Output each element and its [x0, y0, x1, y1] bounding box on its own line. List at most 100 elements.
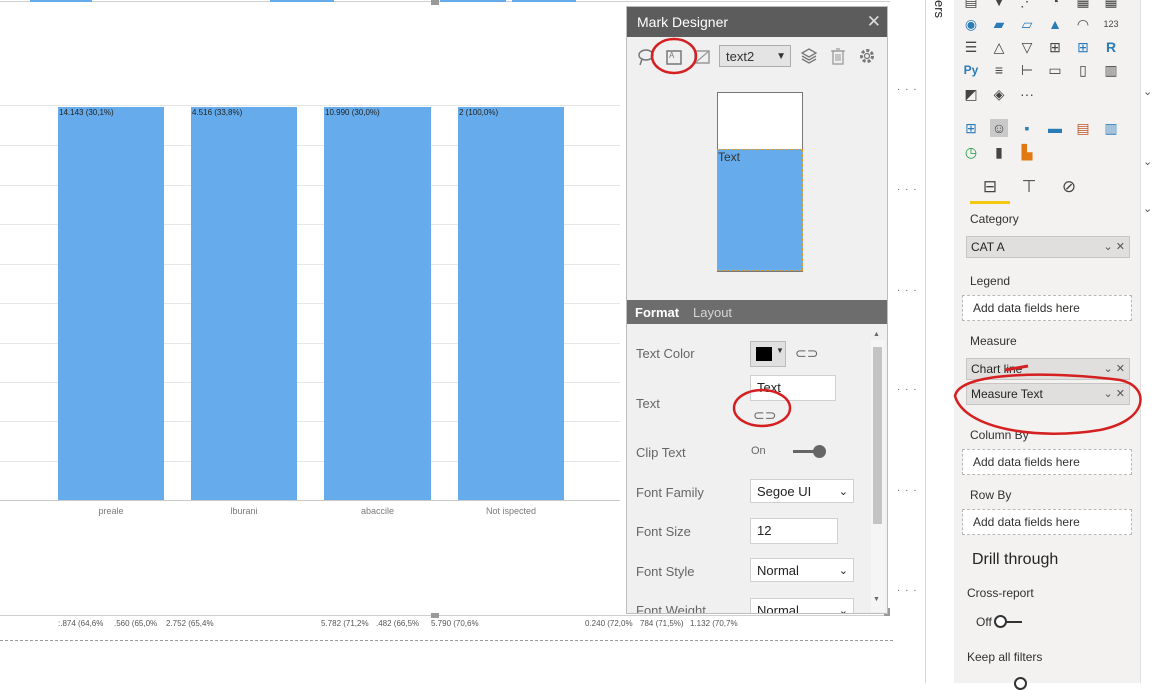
custom-visual-icon[interactable]: ▬ [1046, 119, 1064, 137]
close-icon[interactable]: ✕ [867, 12, 881, 32]
bar[interactable] [324, 107, 431, 500]
row-by-drop-zone[interactable]: Add data fields here [962, 509, 1132, 535]
column-by-drop-zone[interactable]: Add data fields here [962, 449, 1132, 475]
visualizations-pane: ▤ ▼ ⋰ ◔ ▦ ▦ ◉ ▰ ▱ ▲ ◠ 123 ☰ △ ▽ ⊞ ⊞ R Py… [954, 0, 1140, 690]
fields-pane-collapsed[interactable]: ⌄ ⌄ ⌄ [1140, 0, 1164, 683]
key-influencers-icon[interactable]: ≡ [990, 61, 1008, 79]
multi-row-card-icon[interactable]: ☰ [962, 38, 980, 56]
mark-select-value: text2 [726, 49, 755, 64]
scroll-down-icon[interactable]: ▼ [873, 596, 880, 603]
qa-visual-icon[interactable]: ▭ [1046, 61, 1064, 79]
font-size-label: Font Size [636, 524, 691, 539]
dialog-title: Mark Designer [637, 14, 729, 30]
custom-visual-icon[interactable]: ▤ [1074, 119, 1092, 137]
more-options-icon[interactable]: · · · [897, 585, 918, 596]
scatter-visual-icon[interactable]: ⋰ [1018, 0, 1036, 10]
measure-field[interactable]: Chart line ⌄ ✕ [966, 358, 1130, 380]
power-automate-icon[interactable]: ◈ [990, 85, 1008, 103]
resize-handle[interactable] [431, 613, 439, 618]
gauge-visual-icon[interactable]: ◠ [1074, 15, 1092, 33]
clock-visual-icon[interactable]: ◷ [962, 143, 980, 161]
more-visuals-icon[interactable]: ··· [1018, 85, 1036, 103]
font-style-select[interactable]: Normal ⌄ [750, 558, 854, 582]
field-controls[interactable]: ⌄ ✕ [1104, 384, 1126, 404]
custom-visual-icon[interactable]: ▮ [990, 143, 1008, 161]
table-visual-icon[interactable]: ▤ [962, 0, 980, 10]
paginated-report-icon[interactable]: ▥ [1102, 61, 1120, 79]
layers-icon[interactable] [798, 47, 820, 69]
text-input[interactable]: Text [750, 375, 836, 401]
drop-zone-placeholder: Add data fields here [973, 515, 1080, 529]
matrix-grid-icon[interactable]: ⊞ [1074, 38, 1092, 56]
field-controls[interactable]: ⌄ ✕ [1104, 359, 1126, 379]
more-options-icon[interactable]: · · · [897, 184, 918, 195]
measure-field[interactable]: Measure Text ⌄ ✕ [966, 383, 1130, 405]
scrollbar-thumb[interactable] [873, 347, 882, 524]
smart-narrative-icon[interactable]: ▯ [1074, 61, 1092, 79]
azure-map-icon[interactable]: ▲ [1046, 15, 1064, 33]
filled-map-icon[interactable]: ▰ [990, 15, 1008, 33]
matrix-visual-icon[interactable]: ▦ [1102, 0, 1120, 10]
kpi-visual-icon[interactable]: △ [990, 38, 1008, 56]
font-family-select[interactable]: Segoe UI ⌄ [750, 479, 854, 503]
more-options-icon[interactable]: · · · [897, 384, 918, 395]
font-size-input[interactable]: 12 [750, 518, 838, 544]
resize-handle[interactable] [431, 0, 439, 5]
chevron-down-icon: ⌄ [838, 565, 848, 577]
bar[interactable] [58, 107, 164, 500]
chevron-down-icon[interactable]: ⌄ [1143, 85, 1152, 98]
custom-visual-grid-icon[interactable]: ⊞ [962, 119, 980, 137]
toggle-knob[interactable] [1014, 677, 1027, 690]
chevron-down-icon[interactable]: ⌄ [1143, 155, 1152, 168]
filters-pane-collapsed[interactable]: ers [925, 0, 955, 683]
chevron-down-icon[interactable]: ⌄ [1143, 202, 1152, 215]
funnel-visual-icon[interactable]: ▼ [990, 0, 1008, 10]
globe-map-icon[interactable]: ◉ [962, 15, 980, 33]
lasso-icon[interactable] [635, 47, 657, 69]
tab-layout[interactable]: Layout [693, 305, 732, 320]
analytics-magnifier-icon[interactable]: ⊘ [1057, 175, 1081, 199]
power-apps-icon[interactable]: ◩ [962, 85, 980, 103]
measure-label: Measure [970, 334, 1017, 348]
gear-icon[interactable] [856, 47, 878, 69]
map-visual-icon[interactable]: ▦ [1074, 0, 1092, 10]
slicer-visual-icon[interactable]: ▽ [1018, 38, 1036, 56]
mark-select[interactable]: text2 ▼ [719, 45, 791, 67]
link-icon[interactable]: ⊂⊃ [753, 407, 776, 424]
charticulator-icon[interactable]: ☺ [990, 119, 1008, 137]
dialog-title-bar[interactable]: Mark Designer ✕ [627, 7, 887, 37]
legend-drop-zone[interactable]: Add data fields here [962, 295, 1132, 321]
more-options-icon[interactable]: · · · [897, 485, 918, 496]
more-options-icon[interactable]: · · · [897, 285, 918, 296]
bar[interactable] [458, 107, 564, 500]
format-paint-roller-icon[interactable]: ⊤ [1017, 175, 1041, 199]
font-weight-select[interactable]: Normal ⌄ [750, 598, 854, 613]
custom-visual-icon[interactable]: ▥ [1102, 119, 1120, 137]
drop-zone-placeholder: Add data fields here [973, 455, 1080, 469]
shape-map-icon[interactable]: ▱ [1018, 15, 1036, 33]
text-color-picker[interactable]: ▼ [750, 341, 786, 367]
table-grid-icon[interactable]: ⊞ [1046, 38, 1064, 56]
custom-visual-icon[interactable]: ▙ [1018, 143, 1036, 161]
python-visual-icon[interactable]: Py [962, 61, 980, 79]
link-icon[interactable]: ⊂⊃ [795, 345, 818, 362]
scroll-up-icon[interactable]: ▲ [873, 331, 880, 338]
custom-visual-icon[interactable]: ▪ [1018, 119, 1036, 137]
more-options-icon[interactable]: · · · [897, 84, 918, 95]
trash-icon[interactable] [827, 47, 849, 69]
field-controls[interactable]: ⌄ ✕ [1104, 237, 1126, 257]
toggle-knob[interactable] [813, 445, 826, 458]
text-mark-icon[interactable]: A [663, 47, 685, 69]
r-visual-icon[interactable]: R [1102, 38, 1120, 56]
decomposition-tree-icon[interactable]: ⊢ [1018, 61, 1036, 79]
tab-format[interactable]: Format [635, 305, 679, 320]
pie-visual-icon[interactable]: ◔ [1046, 0, 1064, 10]
image-mark-icon[interactable] [691, 47, 713, 69]
mark-preview-selected-mark[interactable] [717, 149, 803, 271]
fields-tab-icon[interactable]: ⊟ [978, 175, 1002, 199]
card-visual-icon[interactable]: 123 [1102, 15, 1120, 33]
bar[interactable] [191, 107, 297, 500]
cross-report-label: Cross-report [967, 586, 1034, 600]
toggle-knob[interactable] [994, 615, 1007, 628]
category-field[interactable]: CAT A ⌄ ✕ [966, 236, 1130, 258]
